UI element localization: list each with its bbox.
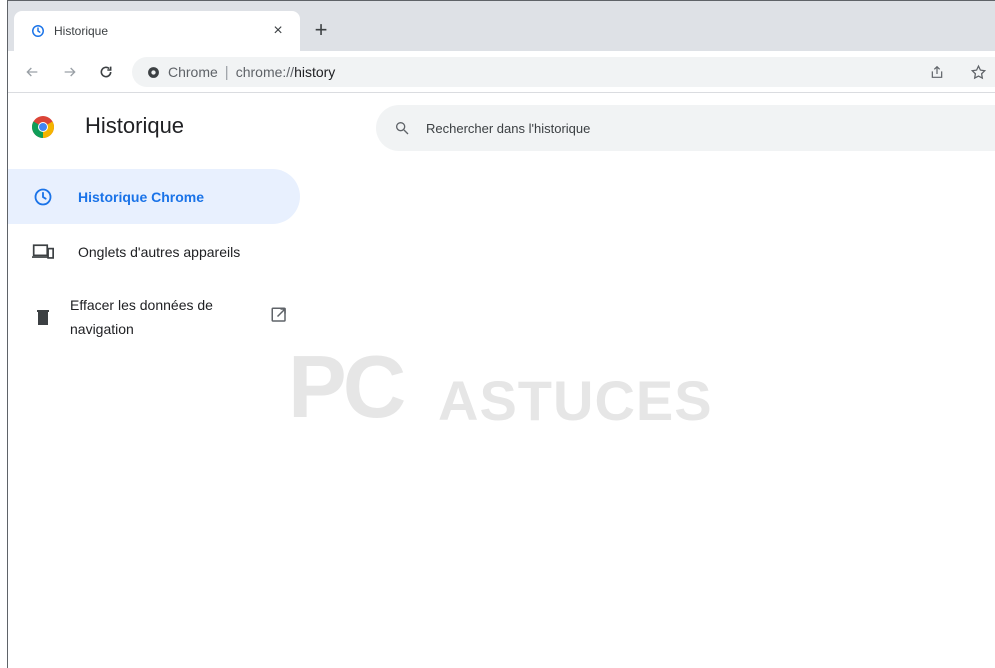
url-scheme: chrome:// <box>235 64 295 80</box>
history-favicon-icon <box>30 23 46 39</box>
history-search-box[interactable] <box>376 105 995 151</box>
devices-icon <box>32 241 54 263</box>
address-bar[interactable]: Chrome | chrome://history <box>132 57 995 87</box>
history-page: Historique Historique Chrome Onglets d'a… <box>8 93 995 668</box>
external-link-icon[interactable] <box>270 306 288 324</box>
back-button[interactable] <box>20 60 44 84</box>
tab-close-button[interactable]: × <box>266 22 290 40</box>
sidebar-item-historique-chrome[interactable]: Historique Chrome <box>8 169 300 224</box>
chrome-logo-icon <box>32 116 54 138</box>
sidebar-item-effacer-donnees[interactable]: Effacer les données de navigation <box>8 288 300 346</box>
new-tab-button[interactable]: + <box>308 17 334 43</box>
browser-window: Historique × + Chrome | chrome://history <box>7 0 995 668</box>
trash-icon <box>32 306 54 328</box>
star-icon <box>970 64 986 79</box>
search-input[interactable] <box>424 119 828 137</box>
sidebar-item-label: Onglets d'autres appareils <box>78 244 241 260</box>
page-title: Historique <box>85 113 185 138</box>
bookmark-button[interactable] <box>966 60 990 84</box>
tab-title: Historique <box>54 24 109 38</box>
reload-button[interactable] <box>94 60 118 84</box>
omnibox-separator: | <box>224 63 229 81</box>
back-arrow-icon <box>26 67 38 77</box>
share-icon <box>931 65 943 78</box>
sidebar-item-label: Historique Chrome <box>78 188 205 205</box>
forward-arrow-icon <box>64 67 76 77</box>
toolbar: Chrome | chrome://history <box>8 51 995 93</box>
sidebar-item-label: Effacer les données de navigation <box>70 297 213 337</box>
url-path: history <box>294 64 336 80</box>
pc-astuces-watermark: PC ASTUCES <box>288 323 738 431</box>
watermark-astuces: ASTUCES <box>438 369 713 432</box>
clock-icon <box>32 186 54 208</box>
forward-button[interactable] <box>58 60 82 84</box>
chrome-site-icon <box>146 65 160 79</box>
search-icon <box>396 122 409 135</box>
watermark-pc: PC <box>288 337 406 436</box>
share-button[interactable] <box>925 60 949 84</box>
site-name: Chrome <box>168 64 218 80</box>
tab-historique[interactable]: Historique × <box>14 11 300 51</box>
tab-strip: Historique × + <box>8 1 995 51</box>
sidebar-item-onglets-autres-appareils[interactable]: Onglets d'autres appareils <box>8 224 300 280</box>
reload-icon <box>100 66 112 78</box>
